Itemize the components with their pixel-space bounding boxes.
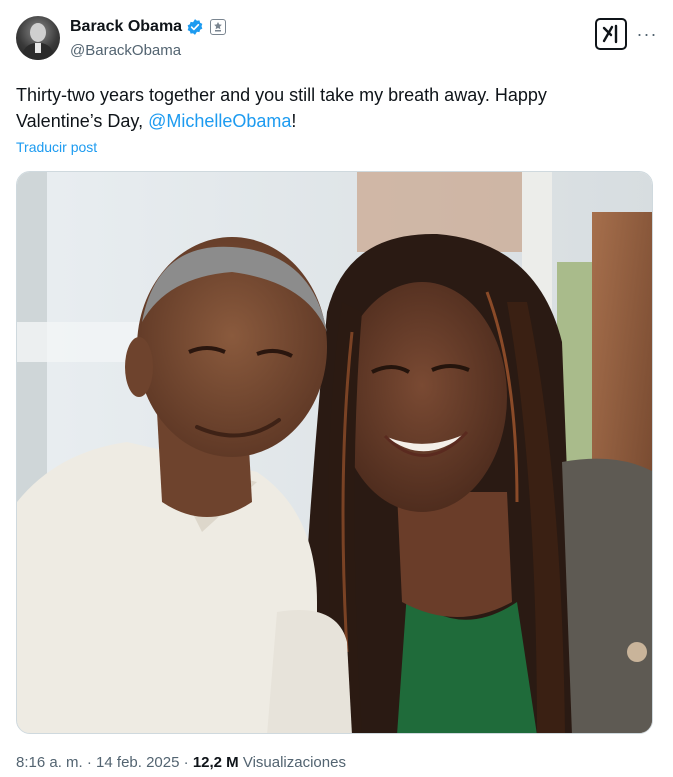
tweet-text-end: ! [291, 111, 297, 131]
grok-icon[interactable] [595, 18, 627, 50]
tweet-meta: 8:16 a. m. · 14 feb. 2025 · 12,2 M Visua… [16, 754, 346, 771]
author-name-row: Barack Obama [70, 18, 227, 36]
tweet-photo[interactable] [16, 171, 653, 734]
author-name[interactable]: Barack Obama [70, 18, 182, 36]
translate-post-link[interactable]: Traducir post [16, 139, 97, 155]
views-count: 12,2 M [192, 754, 239, 771]
author-handle[interactable]: @BarackObama [70, 42, 181, 59]
tweet-date[interactable]: 14 feb. 2025 [96, 754, 179, 771]
meta-separator: · [86, 754, 92, 771]
selfie-photo [17, 172, 652, 733]
avatar-head-shape [30, 23, 46, 42]
avatar-collar-shape [35, 43, 41, 53]
more-options-icon[interactable]: ··· [637, 24, 657, 44]
tweet-header: Barack Obama @BarackObama ··· [16, 14, 657, 66]
meta-separator-2: · [183, 754, 189, 771]
mention-link[interactable]: @MichelleObama [148, 111, 291, 131]
views-label: Visualizaciones [242, 754, 346, 771]
tweet-time[interactable]: 8:16 a. m. [16, 754, 83, 771]
tweet-text: Thirty-two years together and you still … [16, 82, 636, 134]
avatar[interactable] [16, 16, 60, 60]
government-seal-icon[interactable] [210, 19, 227, 35]
verified-badge-icon[interactable] [186, 18, 204, 36]
